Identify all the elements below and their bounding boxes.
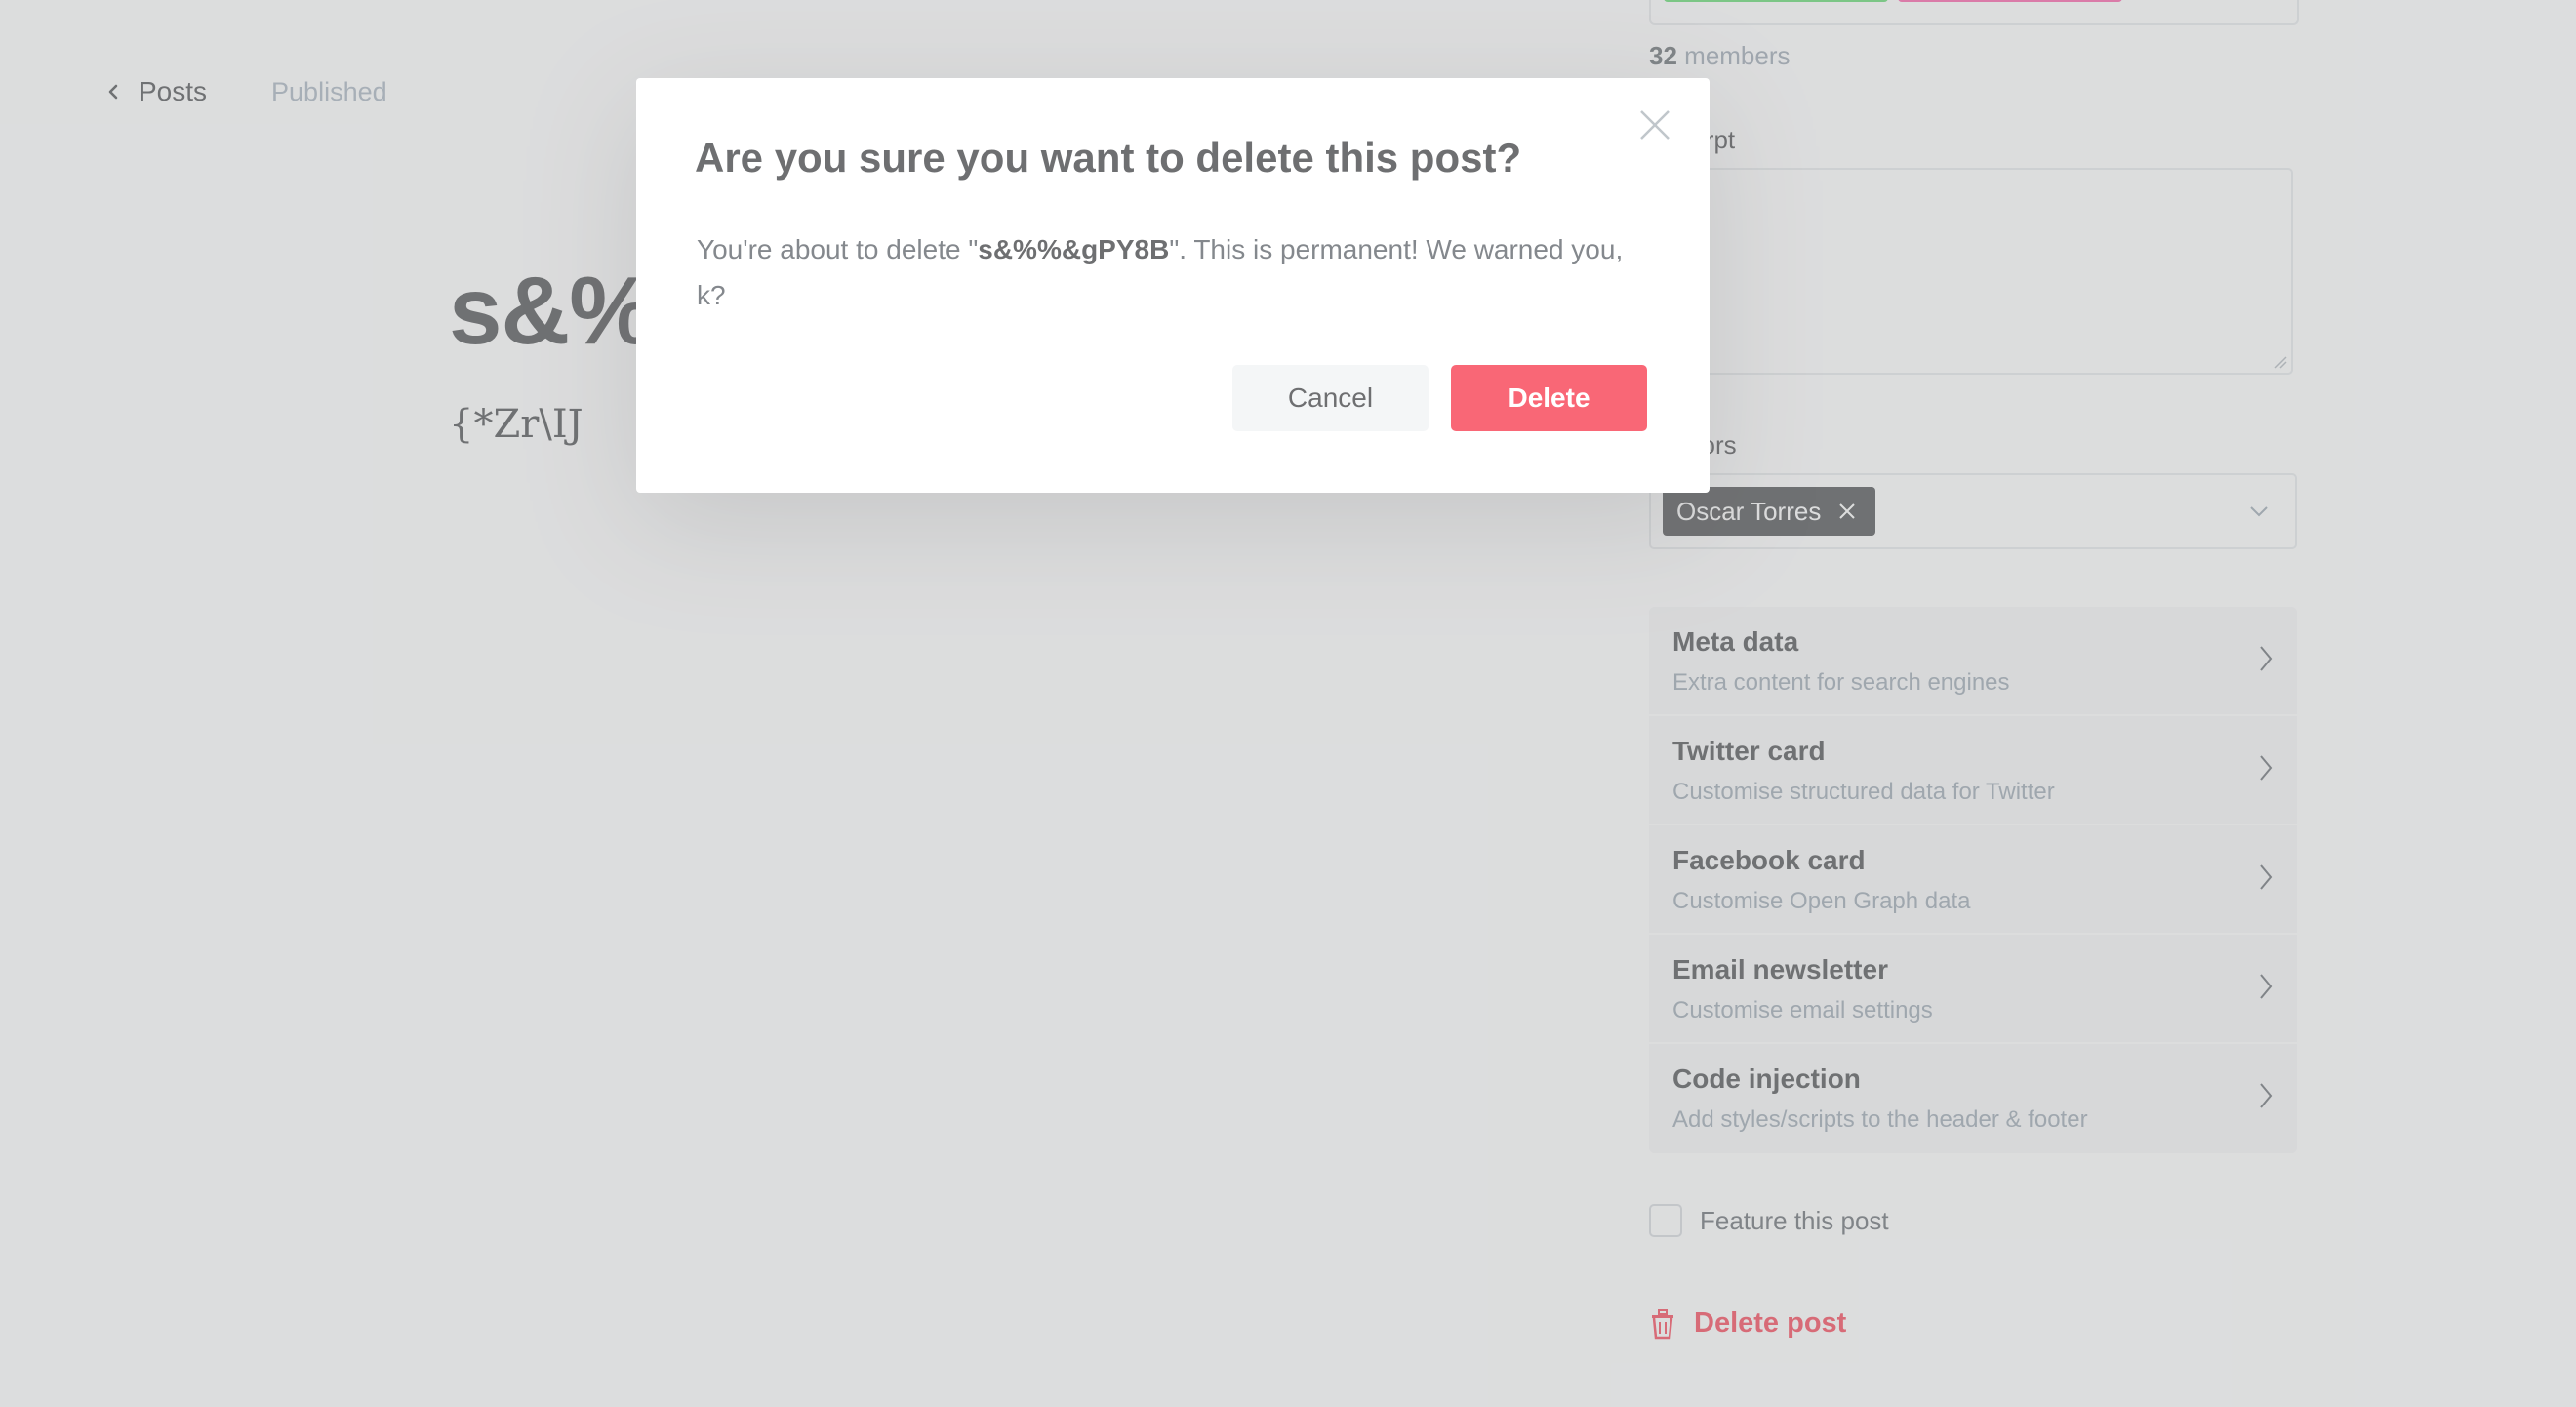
modal-post-name: s&%%&gPY8B — [978, 234, 1170, 264]
cancel-button[interactable]: Cancel — [1232, 365, 1429, 431]
close-icon[interactable] — [1637, 107, 1672, 142]
modal-title: Are you sure you want to delete this pos… — [695, 135, 1522, 181]
modal-message: You're about to delete "s&%%&gPY8B". Thi… — [697, 234, 1624, 310]
delete-button[interactable]: Delete — [1451, 365, 1647, 431]
delete-confirm-modal: Are you sure you want to delete this pos… — [636, 78, 1710, 493]
